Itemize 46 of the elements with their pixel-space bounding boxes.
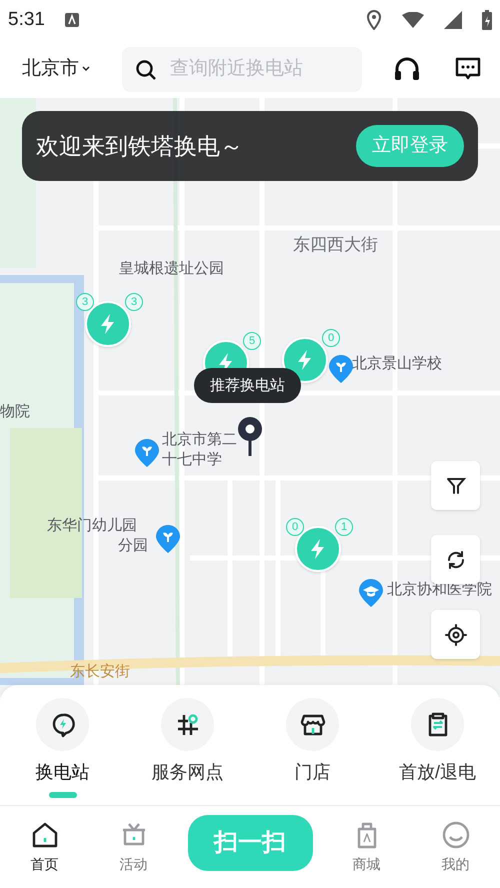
map-tooltip: 推荐换电站 [194,368,301,403]
signal-icon [444,11,462,29]
category-label: 门店 [294,761,330,784]
nav-label: 我的 [442,854,470,874]
map-label: 东华门幼儿园 [47,518,137,533]
map-label: 皇城根遗址公园 [119,261,224,276]
welcome-message: 欢迎来到铁塔换电～ [36,132,243,161]
nav-tab[interactable]: 首页 [10,820,80,874]
nav-tab[interactable]: 我的 [420,820,490,874]
app-notification-icon [64,13,79,27]
tree-pin-icon [155,524,181,554]
category-label: 服务网点 [152,761,224,784]
map-label: 北京景山学校 [352,356,442,371]
location-icon [366,10,382,30]
tree-pin-icon [134,438,160,468]
battery-icon [482,10,492,30]
profile-icon [440,820,470,850]
map-label: 东长安街 [70,664,130,679]
tree-pin-icon [328,354,354,384]
search-icon [135,58,157,80]
category-tab[interactable]: 首放/退电 [382,698,492,798]
category-tab[interactable]: 换电站 [8,698,118,798]
locate-button[interactable] [431,610,480,659]
category-label: 换电站 [36,761,90,784]
search-field[interactable]: 查询附近换电站 [122,46,362,92]
map-label: 北京市第二 [162,432,237,447]
city-selector[interactable]: 北京市 [22,54,110,84]
nav-label: 首页 [30,854,58,874]
selected-indicator [48,792,76,798]
nav-tab[interactable]: 活动 [98,820,168,874]
map-label: 分园 [118,538,148,553]
map-label: 物院 [0,404,30,419]
category-tab[interactable]: 门店 [258,698,368,798]
wifi-icon [402,12,424,28]
nav-tab[interactable]: 商城 [332,820,402,874]
category-tab[interactable]: 服务网点 [132,698,242,798]
nav-label: 活动 [120,854,148,874]
category-label: 首放/退电 [398,761,476,784]
status-time: 5:31 [8,8,45,32]
map-pin-icon [236,415,264,457]
nav-label: 商城 [352,854,380,874]
map-label: 东四西大街 [293,236,378,253]
locate-icon [444,622,468,646]
map-label: 十七中学 [162,452,222,467]
filter-button[interactable] [431,461,480,510]
school-pin-icon [358,578,384,608]
